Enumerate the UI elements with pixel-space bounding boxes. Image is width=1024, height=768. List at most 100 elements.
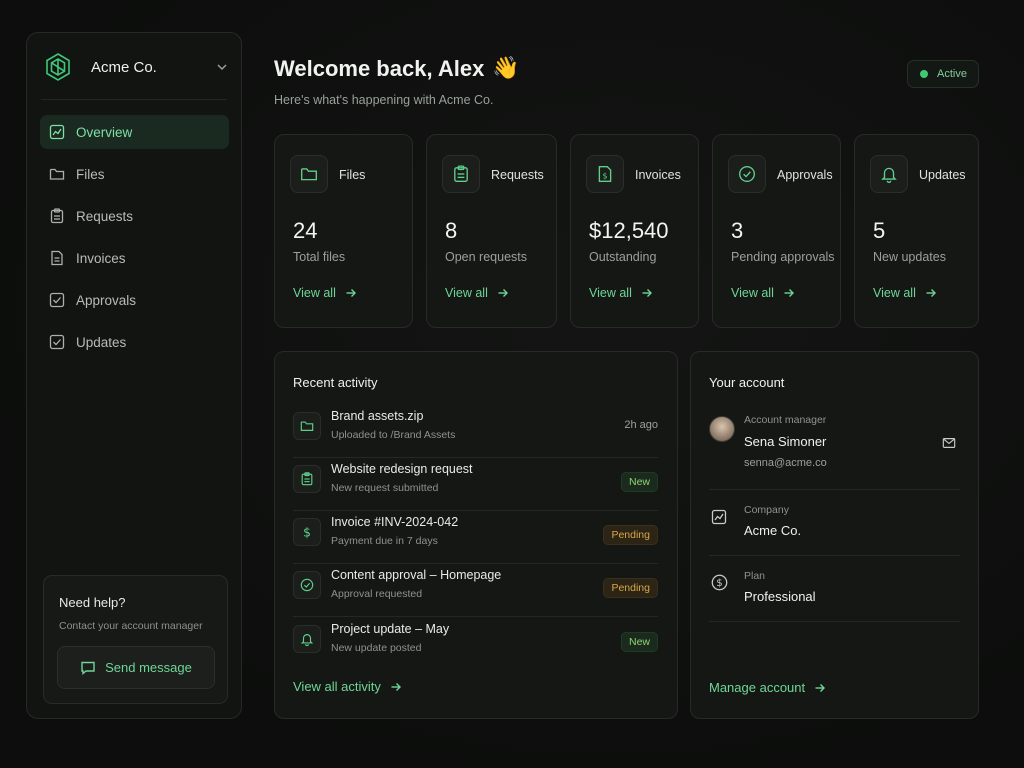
chart-icon	[49, 124, 65, 140]
sidebar-item-label: Requests	[76, 208, 134, 224]
chevron-down-icon	[215, 60, 229, 74]
status-label: Active	[937, 68, 967, 80]
org-switcher[interactable]: Acme Co.	[41, 49, 229, 85]
stat-value: 8	[445, 218, 458, 243]
invoice-icon: $	[586, 155, 624, 193]
activity-title: Content approval – Homepage	[331, 568, 502, 582]
view-all-invoices-link[interactable]: View all	[589, 286, 653, 300]
stat-card-updates: Updates 5 New updates View all	[854, 134, 979, 328]
manage-account-link[interactable]: Manage account	[709, 680, 826, 695]
svg-text:$: $	[303, 525, 311, 539]
activity-item[interactable]: Content approval – Homepage Approval req…	[293, 564, 658, 617]
dollar-icon: $	[293, 518, 321, 546]
check-circle-icon	[293, 571, 321, 599]
sidebar-item-files[interactable]: Files	[40, 157, 229, 191]
send-message-label: Send message	[105, 660, 192, 675]
activity-title: Website redesign request	[331, 462, 473, 476]
link-label: View all	[293, 286, 336, 300]
help-card: Need help? Contact your account manager …	[43, 575, 228, 704]
clipboard-icon	[293, 465, 321, 493]
plan-label: Plan	[744, 570, 766, 582]
stat-label: Updates	[919, 168, 966, 182]
status-badge: Active	[907, 60, 979, 88]
company-chart-icon	[711, 509, 727, 530]
status-dot	[920, 70, 928, 78]
link-label: View all activity	[293, 679, 381, 694]
status-badge-pending: Pending	[603, 525, 658, 545]
sidebar-item-updates[interactable]: Updates	[40, 325, 229, 359]
document-icon	[49, 250, 65, 266]
stat-label: Requests	[491, 168, 544, 182]
stat-desc: Pending approvals	[731, 250, 835, 264]
send-message-button[interactable]: Send message	[57, 646, 215, 689]
activity-subtitle: New update posted	[331, 642, 422, 654]
stat-value: 3	[731, 218, 744, 243]
sidebar-item-label: Files	[76, 166, 105, 182]
dollar-circle-icon: $	[711, 574, 728, 596]
activity-item[interactable]: $ Invoice #INV-2024-042 Payment due in 7…	[293, 511, 658, 564]
stat-label: Approvals	[777, 168, 833, 182]
wave-emoji: 👋	[492, 55, 520, 80]
company-value: Acme Co.	[744, 523, 802, 538]
link-label: View all	[589, 286, 632, 300]
activity-timestamp: 2h ago	[624, 419, 658, 431]
view-all-approvals-link[interactable]: View all	[731, 286, 795, 300]
sidebar-item-label: Updates	[76, 334, 127, 350]
status-badge-new: New	[620, 632, 658, 652]
activity-subtitle: Approval requested	[331, 588, 423, 600]
sidebar: Acme Co. Overview Files Requests Invoice…	[26, 32, 242, 719]
view-all-activity-link[interactable]: View all activity	[293, 679, 402, 694]
arrow-right-icon	[926, 289, 936, 297]
sidebar-item-requests[interactable]: Requests	[40, 199, 229, 233]
org-name: Acme Co.	[91, 58, 157, 76]
check-square-icon	[49, 334, 65, 350]
view-all-files-link[interactable]: View all	[293, 286, 357, 300]
stat-value: 5	[873, 218, 886, 243]
status-badge-new: New	[620, 472, 658, 492]
chat-icon	[81, 661, 95, 675]
plan-value: Professional	[744, 589, 816, 604]
recent-activity-panel: Recent activity Brand assets.zip Uploade…	[274, 351, 678, 719]
view-all-updates-link[interactable]: View all	[873, 286, 937, 300]
arrow-right-icon	[642, 289, 652, 297]
activity-item[interactable]: Project update – May New update posted N…	[293, 618, 658, 671]
stat-card-approvals: Approvals 3 Pending approvals View all	[712, 134, 841, 328]
arrow-right-icon	[784, 289, 794, 297]
account-manager-email: senna@acme.co	[744, 457, 827, 469]
stat-desc: Total files	[293, 250, 346, 264]
activity-title: Project update – May	[331, 622, 450, 636]
svg-text:$: $	[602, 172, 607, 181]
folder-icon	[293, 412, 321, 440]
check-circle-icon	[728, 155, 766, 193]
stat-desc: Outstanding	[589, 250, 657, 264]
arrow-right-icon	[391, 682, 401, 691]
acme-logo-icon	[41, 50, 75, 84]
activity-item[interactable]: Brand assets.zip Uploaded to /Brand Asse…	[293, 405, 658, 458]
link-label: View all	[445, 286, 488, 300]
arrow-right-icon	[498, 289, 508, 297]
check-square-icon	[49, 292, 65, 308]
bell-icon	[870, 155, 908, 193]
mail-icon[interactable]	[942, 436, 956, 455]
clipboard-icon	[49, 208, 65, 224]
link-label: View all	[731, 286, 774, 300]
app-root: Acme Co. Overview Files Requests Invoice…	[0, 0, 1024, 768]
sidebar-item-approvals[interactable]: Approvals	[40, 283, 229, 317]
view-all-requests-link[interactable]: View all	[445, 286, 509, 300]
sidebar-nav: Overview Files Requests Invoices Approva…	[40, 115, 229, 367]
sidebar-item-label: Overview	[76, 124, 133, 140]
activity-title: Brand assets.zip	[331, 409, 424, 423]
stat-desc: Open requests	[445, 250, 527, 264]
stat-label: Files	[339, 168, 366, 182]
stat-card-invoices: $ Invoices $12,540 Outstanding View all	[570, 134, 699, 328]
stat-value: $12,540	[589, 218, 669, 243]
sidebar-item-invoices[interactable]: Invoices	[40, 241, 229, 275]
stat-card-requests: Requests 8 Open requests View all	[426, 134, 557, 328]
svg-text:$: $	[716, 578, 722, 589]
activity-subtitle: New request submitted	[331, 482, 439, 494]
link-label: Manage account	[709, 680, 806, 695]
account-manager-label: Account manager	[744, 414, 827, 426]
stat-label: Invoices	[635, 168, 681, 182]
activity-item[interactable]: Website redesign request New request sub…	[293, 458, 658, 511]
sidebar-item-overview[interactable]: Overview	[40, 115, 229, 149]
